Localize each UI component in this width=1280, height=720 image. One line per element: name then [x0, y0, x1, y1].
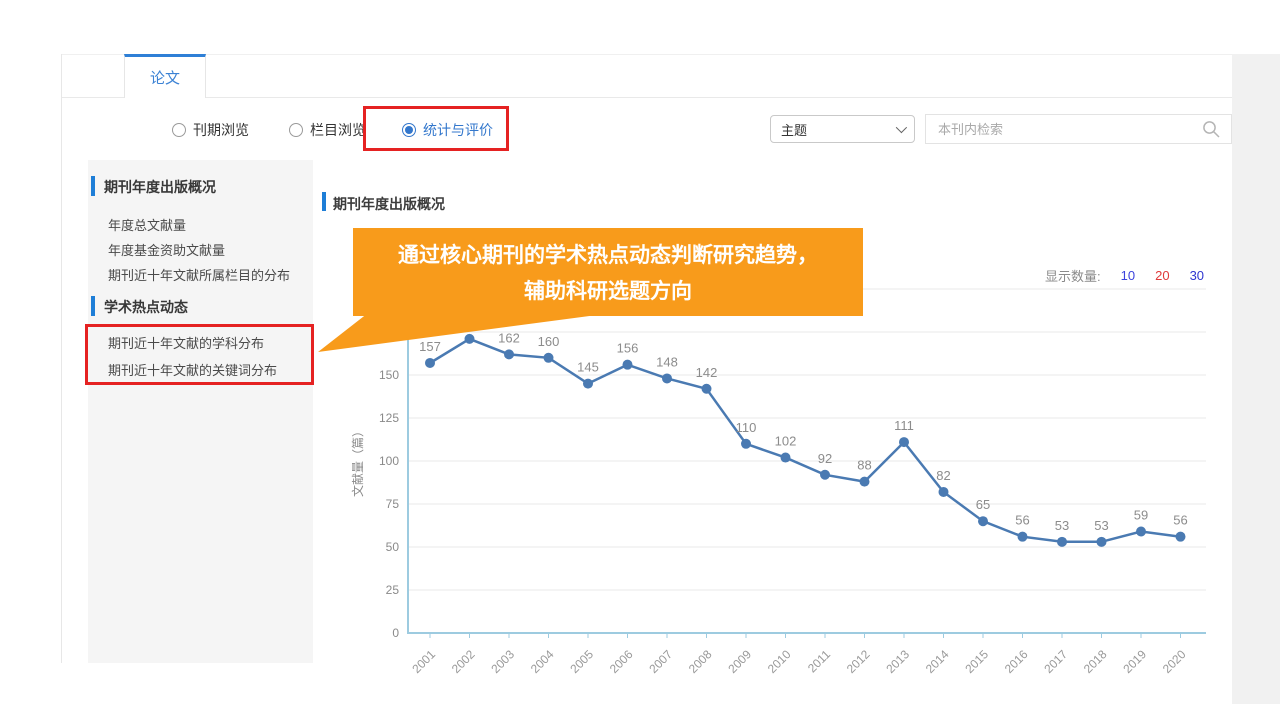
svg-text:2001: 2001 — [409, 647, 438, 676]
svg-text:25: 25 — [386, 583, 400, 597]
section-accent-bar — [91, 296, 95, 316]
radio-circle-icon — [289, 123, 303, 137]
svg-text:文献量（篇）: 文献量（篇） — [350, 425, 365, 497]
svg-text:145: 145 — [577, 360, 599, 375]
search-field-select[interactable]: 主题 — [770, 115, 915, 143]
tab-papers-label: 论文 — [150, 67, 180, 88]
statistics-sidebar: 期刊年度出版概况 年度总文献量 年度基金资助文献量 期刊近十年文献所属栏目的分布… — [88, 160, 313, 663]
svg-text:162: 162 — [498, 330, 520, 345]
svg-text:125: 125 — [379, 411, 399, 425]
svg-text:2005: 2005 — [567, 647, 596, 676]
svg-text:82: 82 — [936, 468, 950, 483]
display-count-label: 显示数量: — [1045, 266, 1101, 285]
sidebar-item-annual-total-documents[interactable]: 年度总文献量 — [108, 215, 186, 234]
tutorial-callout-line2: 辅助科研选题方向 — [524, 275, 692, 305]
search-field-select-value: 主题 — [781, 120, 807, 139]
svg-text:56: 56 — [1015, 513, 1029, 528]
display-count-option-30[interactable]: 30 — [1190, 268, 1204, 283]
sidebar-section-publication-overview: 期刊年度出版概况 — [104, 177, 216, 197]
radio-column-browse-label: 栏目浏览 — [310, 120, 366, 140]
sidebar-section-academic-hotspots: 学术热点动态 — [104, 297, 188, 317]
svg-text:142: 142 — [696, 365, 718, 380]
svg-text:2014: 2014 — [923, 647, 952, 676]
svg-text:100: 100 — [379, 454, 399, 468]
tab-papers[interactable]: 论文 — [124, 54, 206, 98]
tab-row-bottom-divider — [62, 97, 1232, 98]
svg-text:157: 157 — [419, 339, 441, 354]
svg-text:2018: 2018 — [1081, 647, 1110, 676]
svg-text:92: 92 — [818, 451, 832, 466]
chart-section-title: 期刊年度出版概况 — [333, 194, 445, 214]
svg-text:2004: 2004 — [528, 647, 557, 676]
svg-text:102: 102 — [775, 434, 797, 449]
svg-text:50: 50 — [386, 540, 400, 554]
publication-trend-line-chart: 0255075100125150175200200120022003200420… — [340, 280, 1220, 680]
svg-text:2020: 2020 — [1160, 647, 1189, 676]
svg-text:75: 75 — [386, 497, 400, 511]
svg-text:2010: 2010 — [765, 647, 794, 676]
svg-text:65: 65 — [976, 497, 990, 512]
svg-text:2015: 2015 — [962, 647, 991, 676]
chevron-down-icon — [896, 122, 907, 133]
svg-text:56: 56 — [1173, 513, 1187, 528]
sidebar-item-annual-funded-documents[interactable]: 年度基金资助文献量 — [108, 240, 225, 259]
svg-text:2007: 2007 — [646, 647, 675, 676]
svg-text:88: 88 — [857, 458, 871, 473]
content-left-divider — [61, 54, 62, 663]
radio-issue-browse-label: 刊期浏览 — [193, 120, 249, 140]
svg-text:53: 53 — [1094, 518, 1108, 533]
svg-text:2011: 2011 — [805, 647, 833, 675]
radio-circle-icon — [172, 123, 186, 137]
sidebar-item-keyword-distribution[interactable]: 期刊近十年文献的关键词分布 — [108, 360, 277, 379]
svg-text:150: 150 — [379, 368, 399, 382]
radio-column-browse[interactable]: 栏目浏览 — [289, 120, 366, 140]
tab-row-top-divider — [62, 54, 1232, 55]
svg-text:2002: 2002 — [449, 647, 478, 676]
svg-text:53: 53 — [1055, 518, 1069, 533]
journal-search-box — [925, 114, 1232, 144]
section-accent-bar — [322, 192, 326, 211]
display-count-control: 显示数量: 10 20 30 — [1045, 266, 1204, 285]
svg-text:2006: 2006 — [607, 647, 636, 676]
svg-text:110: 110 — [736, 420, 757, 435]
svg-text:156: 156 — [617, 341, 639, 356]
svg-text:2017: 2017 — [1041, 647, 1070, 676]
radio-issue-browse[interactable]: 刊期浏览 — [172, 120, 249, 140]
journal-statistics-page: 论文 刊期浏览 栏目浏览 统计与评价 主题 期刊年度出版概况 年度总文献量 年度… — [0, 0, 1280, 720]
svg-text:2019: 2019 — [1120, 647, 1149, 676]
svg-text:2013: 2013 — [883, 647, 912, 676]
radio-statistics-evaluation[interactable]: 统计与评价 — [402, 120, 493, 140]
sidebar-item-column-distribution[interactable]: 期刊近十年文献所属栏目的分布 — [108, 265, 290, 284]
display-count-option-20[interactable]: 20 — [1155, 268, 1169, 283]
svg-text:2012: 2012 — [844, 647, 873, 676]
radio-selected-icon — [402, 123, 416, 137]
page-right-margin — [1232, 54, 1280, 704]
display-count-option-10[interactable]: 10 — [1121, 268, 1135, 283]
tutorial-callout: 通过核心期刊的学术热点动态判断研究趋势， 辅助科研选题方向 — [353, 228, 863, 316]
svg-text:2008: 2008 — [686, 647, 715, 676]
section-accent-bar — [91, 176, 95, 196]
search-input[interactable] — [926, 115, 1231, 143]
search-icon[interactable] — [1202, 120, 1221, 139]
svg-text:2009: 2009 — [725, 647, 754, 676]
svg-text:2003: 2003 — [488, 647, 517, 676]
svg-text:160: 160 — [538, 334, 560, 349]
tutorial-callout-line1: 通过核心期刊的学术热点动态判断研究趋势， — [398, 239, 818, 269]
svg-text:111: 111 — [894, 418, 914, 433]
sidebar-item-subject-distribution[interactable]: 期刊近十年文献的学科分布 — [108, 333, 264, 352]
svg-text:59: 59 — [1134, 508, 1148, 523]
svg-text:0: 0 — [392, 626, 399, 640]
svg-text:2016: 2016 — [1002, 647, 1031, 676]
radio-statistics-evaluation-label: 统计与评价 — [423, 120, 493, 140]
svg-text:148: 148 — [656, 354, 678, 369]
